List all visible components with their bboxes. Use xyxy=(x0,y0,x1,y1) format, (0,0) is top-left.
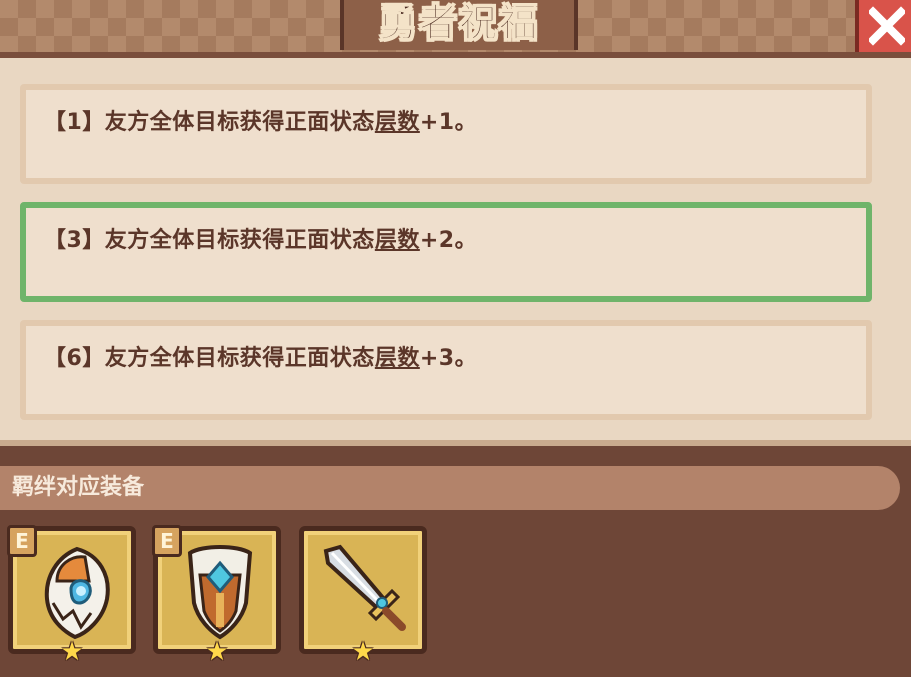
close-button[interactable] xyxy=(855,0,911,60)
sword-icon xyxy=(323,544,406,631)
keyword-link[interactable]: 层数 xyxy=(375,346,420,371)
section-header: 羁绊对应装备 xyxy=(0,466,900,510)
effect-card-3: 【3】友方全体目标获得正面状态层数+2。 xyxy=(20,202,872,302)
star-rating: ★ xyxy=(351,637,375,667)
effect-text: 【3】友方全体目标获得正面状态层数+2。 xyxy=(44,228,478,253)
keyword-link[interactable]: 层数 xyxy=(375,110,420,135)
equipment-slot-2[interactable]: E ★ xyxy=(152,525,281,665)
title-plate: 勇者祝福 xyxy=(340,0,578,50)
section-label: 羁绊对应装备 xyxy=(12,475,145,500)
page-title: 勇者祝福 xyxy=(378,1,539,46)
gem-shield-icon xyxy=(187,545,253,640)
equipment-slot-1[interactable]: E ★ xyxy=(7,525,136,665)
effect-card-6: 【6】友方全体目标获得正面状态层数+3。 xyxy=(20,320,872,420)
star-rating: ★ xyxy=(205,637,229,667)
keyword-link[interactable]: 层数 xyxy=(375,228,420,253)
close-icon xyxy=(869,6,905,46)
equipment-slot-3[interactable]: ★ xyxy=(299,526,427,665)
effect-card-1: 【1】友方全体目标获得正面状态层数+1。 xyxy=(20,84,872,184)
star-rating: ★ xyxy=(60,637,84,667)
wing-shield-icon xyxy=(44,546,110,640)
blessing-panel: 【1】友方全体目标获得正面状态层数+1。 【3】友方全体目标获得正面状态层数+2… xyxy=(0,52,911,446)
effect-text: 【1】友方全体目标获得正面状态层数+1。 xyxy=(44,110,478,135)
effect-text: 【6】友方全体目标获得正面状态层数+3。 xyxy=(44,346,478,371)
panel-edge xyxy=(0,440,911,446)
